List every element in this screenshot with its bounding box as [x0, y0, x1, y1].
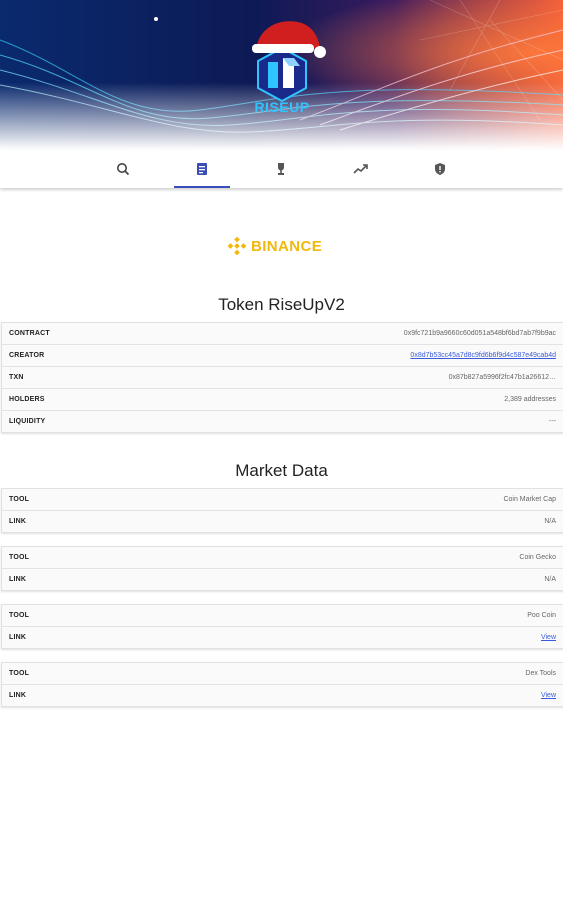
binance-icon — [228, 237, 246, 255]
row-label: LIQUIDITY — [9, 418, 46, 425]
tab-search[interactable] — [95, 150, 151, 188]
document-icon — [197, 163, 207, 175]
tool-row: TOOL Poo Coin — [2, 605, 563, 627]
market-card-poocoin: TOOL Poo Coin LINK View — [1, 604, 563, 649]
tool-name: Poo Coin — [527, 612, 556, 619]
market-card-coinmarketcap: TOOL Coin Market Cap LINK N/A — [1, 488, 563, 533]
tool-row: TOOL Dex Tools — [2, 663, 563, 685]
trophy-icon — [278, 163, 284, 175]
txn-row: TXN 0x87b827a5996f2fc47b1a26612… — [2, 367, 563, 389]
tool-row: TOOL Coin Market Cap — [2, 489, 563, 511]
binance-logo: BINANCE — [228, 236, 322, 256]
view-link[interactable]: View — [541, 634, 556, 641]
row-label: TXN — [9, 374, 24, 381]
view-link[interactable]: View — [541, 692, 556, 699]
link-row: LINK View — [2, 685, 563, 706]
tab-token-info[interactable] — [174, 150, 230, 188]
token-info-card: CONTRACT 0x9fc721b9a9660c60d051a548bf6bd… — [1, 322, 563, 433]
holders-count: 2,389 addresses — [504, 396, 556, 403]
market-title: Market Data — [235, 461, 328, 480]
hero-banner: RISEUP — [0, 0, 563, 150]
tab-bar — [0, 150, 563, 188]
tool-name: Coin Market Cap — [503, 496, 556, 503]
holders-row: HOLDERS 2,389 addresses — [2, 389, 563, 411]
search-icon — [117, 163, 130, 176]
liquidity-row: LIQUIDITY --- — [2, 411, 563, 432]
hero-background — [0, 0, 563, 150]
tool-name: Coin Gecko — [519, 554, 556, 561]
creator-address-link[interactable]: 0x8d7b53cc45a7d8c9fd6b6f9d4c587e49cab4d — [410, 352, 556, 359]
row-label: TOOL — [9, 670, 30, 677]
creator-row: CREATOR 0x8d7b53cc45a7d8c9fd6b6f9d4c587e… — [2, 345, 563, 367]
link-row: LINK View — [2, 627, 563, 648]
row-label: LINK — [9, 576, 27, 583]
link-row: LINK N/A — [2, 511, 563, 532]
row-label: CONTRACT — [9, 330, 50, 337]
tab-security[interactable] — [412, 150, 468, 188]
link-row: LINK N/A — [2, 569, 563, 590]
row-label: TOOL — [9, 496, 30, 503]
brand-wordmark: RISEUP — [254, 99, 310, 115]
txn-hash: 0x87b827a5996f2fc47b1a26612… — [448, 374, 556, 381]
market-card-coingecko: TOOL Coin Gecko LINK N/A — [1, 546, 563, 591]
tab-trophy[interactable] — [253, 150, 309, 188]
link-value: N/A — [544, 576, 556, 583]
shield-icon — [435, 163, 445, 175]
row-label: CREATOR — [9, 352, 45, 359]
liquidity-value: --- — [549, 418, 556, 425]
trending-icon — [353, 164, 368, 174]
link-value: N/A — [544, 518, 556, 525]
contract-address: 0x9fc721b9a9660c60d051a548bf6bd7ab7f9b9a… — [403, 330, 556, 337]
row-label: LINK — [9, 518, 27, 525]
tool-row: TOOL Coin Gecko — [2, 547, 563, 569]
row-label: LINK — [9, 692, 27, 699]
row-label: LINK — [9, 634, 27, 641]
market-card-dextools: TOOL Dex Tools LINK View — [1, 662, 563, 707]
row-label: HOLDERS — [9, 396, 45, 403]
tab-trending[interactable] — [333, 150, 389, 188]
contract-row: CONTRACT 0x9fc721b9a9660c60d051a548bf6bd… — [2, 323, 563, 345]
row-label: TOOL — [9, 612, 30, 619]
token-title: Token RiseUpV2 — [218, 295, 345, 314]
tool-name: Dex Tools — [525, 670, 556, 677]
row-label: TOOL — [9, 554, 30, 561]
binance-wordmark: BINANCE — [251, 237, 323, 255]
